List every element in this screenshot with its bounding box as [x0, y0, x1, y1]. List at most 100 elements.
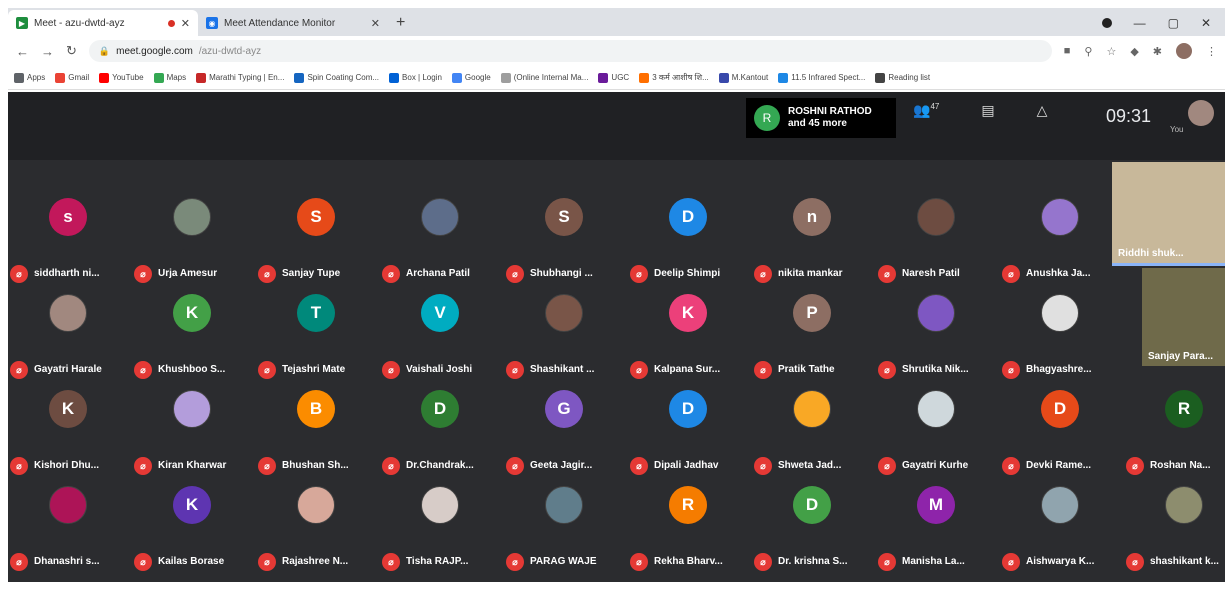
- participant-tile[interactable]: ⌀ Dhanashri s...: [8, 478, 129, 574]
- participant-tile[interactable]: ⌀ Bhagyashre...: [1000, 286, 1121, 382]
- extension-icon[interactable]: ◆: [1130, 45, 1138, 58]
- participant-avatar: [545, 294, 583, 332]
- new-tab-button[interactable]: +: [388, 14, 413, 36]
- participant-tile[interactable]: D ⌀ Devki Rame...: [1000, 382, 1121, 478]
- menu-icon[interactable]: ⋮: [1206, 45, 1217, 58]
- participant-name: Kailas Borase: [158, 556, 225, 567]
- participant-tile[interactable]: K ⌀ Kailas Borase: [132, 478, 253, 574]
- bookmark-icon: [451, 72, 462, 83]
- bookmark-item[interactable]: Apps: [14, 72, 46, 83]
- bookmark-item[interactable]: YouTube: [99, 72, 144, 83]
- participant-tile[interactable]: s ⌀ siddharth ni...: [8, 190, 129, 286]
- chat-icon[interactable]: ▤: [981, 102, 994, 119]
- participant-name: Dr. krishna S...: [778, 556, 848, 567]
- star-icon[interactable]: ☆: [1106, 45, 1116, 58]
- avatar: R: [754, 105, 780, 131]
- bookmark-item[interactable]: Spin Coating Com...: [294, 72, 379, 83]
- profile-avatar[interactable]: [1176, 43, 1192, 59]
- people-icon[interactable]: 👥47: [913, 102, 939, 119]
- participant-tile[interactable]: ⌀ Shweta Jad...: [752, 382, 873, 478]
- participant-tile[interactable]: ⌀ Gayatri Harale: [8, 286, 129, 382]
- participant-tile[interactable]: D ⌀ Dr.Chandrak...: [380, 382, 501, 478]
- participant-tile[interactable]: ⌀ shashikant k...: [1124, 478, 1225, 574]
- camera-icon[interactable]: ■: [1064, 45, 1071, 57]
- participant-tile[interactable]: n ⌀ nikita mankar: [752, 190, 873, 286]
- participant-tile[interactable]: ⌀ Urja Amesur: [132, 190, 253, 286]
- participant-tile[interactable]: ⌀ Kiran Kharwar: [132, 382, 253, 478]
- participant-tile[interactable]: ⌀ Shrutika Nik...: [876, 286, 997, 382]
- participant-tile[interactable]: M ⌀ Manisha La...: [876, 478, 997, 574]
- join-notification[interactable]: R ROSHNI RATHOD and 45 more: [746, 98, 896, 138]
- participant-tile[interactable]: ⌀ Gayatri Kurhe: [876, 382, 997, 478]
- participant-tile[interactable]: ⌀ PARAG WAJE: [504, 478, 625, 574]
- tab-attendance[interactable]: ◉ Meet Attendance Monitor ✕: [198, 10, 388, 36]
- bookmark-item[interactable]: M.Kantout: [718, 72, 768, 83]
- participant-tile[interactable]: ⌀ Naresh Patil: [876, 190, 997, 286]
- participant-tile[interactable]: G ⌀ Geeta Jagir...: [504, 382, 625, 478]
- bookmark-item[interactable]: Maps: [153, 72, 186, 83]
- profile-dot-icon[interactable]: [1101, 18, 1112, 28]
- bookmark-item[interactable]: Gmail: [55, 72, 89, 83]
- participant-tile[interactable]: D ⌀ Dipali Jadhav: [628, 382, 749, 478]
- footer-strip: [8, 582, 1225, 589]
- participant-name: Bhushan Sh...: [282, 460, 349, 471]
- participant-video[interactable]: Sanjay Para...: [1142, 268, 1225, 366]
- puzzle-icon[interactable]: ✱: [1153, 45, 1162, 58]
- close-icon[interactable]: ✕: [371, 17, 380, 30]
- participant-tile[interactable]: P ⌀ Pratik Tathe: [752, 286, 873, 382]
- mic-off-icon: ⌀: [258, 265, 276, 283]
- participant-tile[interactable]: S ⌀ Shubhangi ...: [504, 190, 625, 286]
- participant-avatar: [917, 198, 955, 236]
- participant-tile[interactable]: D ⌀ Dr. krishna S...: [752, 478, 873, 574]
- bookmark-item[interactable]: Marathi Typing | En...: [196, 72, 284, 83]
- close-window-icon[interactable]: ✕: [1201, 16, 1211, 30]
- participant-name: siddharth ni...: [34, 268, 100, 279]
- participant-tile[interactable]: ⌀ Rajashree N...: [256, 478, 377, 574]
- participant-tile[interactable]: ⌀ Anushka Ja...: [1000, 190, 1121, 286]
- participant-tile[interactable]: ⌀ Archana Patil: [380, 190, 501, 286]
- bookmark-item[interactable]: Reading list: [875, 72, 930, 83]
- participant-tile[interactable]: D ⌀ Deelip Shimpi: [628, 190, 749, 286]
- participant-avatar: [545, 486, 583, 524]
- close-icon[interactable]: ✕: [181, 17, 190, 30]
- participant-tile[interactable]: V ⌀ Vaishali Joshi: [380, 286, 501, 382]
- bookmark-icon: [500, 72, 511, 83]
- participant-tile[interactable]: T ⌀ Tejashri Mate: [256, 286, 377, 382]
- participant-tile[interactable]: ⌀ Shashikant ...: [504, 286, 625, 382]
- reload-icon[interactable]: ↻: [66, 43, 77, 59]
- bookmark-item[interactable]: Box | Login: [389, 72, 442, 83]
- participant-tile[interactable]: K ⌀ Kalpana Sur...: [628, 286, 749, 382]
- participant-tile[interactable]: B ⌀ Bhushan Sh...: [256, 382, 377, 478]
- participant-tile[interactable]: S ⌀ Sanjay Tupe: [256, 190, 377, 286]
- participant-name: Sanjay Tupe: [282, 268, 341, 279]
- participant-tile[interactable]: R ⌀ Roshan Na...: [1124, 382, 1225, 478]
- participant-name: Shashikant ...: [530, 364, 595, 375]
- forward-icon[interactable]: →: [41, 44, 54, 59]
- bookmark-item[interactable]: 3 कर्म आशीष शि...: [639, 72, 709, 83]
- toolbar-icons: ■ ⚲ ☆ ◆ ✱ ⋮: [1064, 43, 1217, 59]
- back-icon[interactable]: ←: [16, 44, 29, 59]
- bookmark-label: Apps: [27, 73, 46, 82]
- minimize-icon[interactable]: —: [1134, 16, 1146, 30]
- participant-tile[interactable]: ⌀ Aishwarya K...: [1000, 478, 1121, 574]
- activities-icon[interactable]: △: [1037, 102, 1048, 119]
- participant-tile[interactable]: ⌀ Tisha RAJP...: [380, 478, 501, 574]
- bookmark-item[interactable]: 11.5 Infrared Spect...: [778, 72, 865, 83]
- bookmark-item[interactable]: UGC: [598, 72, 629, 83]
- address-bar[interactable]: 🔒 meet.google.com/azu-dwtd-ayz: [88, 40, 1052, 62]
- bookmark-label: (Online Internal Ma...: [513, 73, 589, 82]
- zoom-icon[interactable]: ⚲: [1084, 45, 1092, 58]
- participant-video[interactable]: Riddhi shuk...: [1112, 162, 1225, 266]
- bookmark-item[interactable]: Google: [451, 72, 491, 83]
- joined-name: ROSHNI RATHOD: [788, 106, 872, 117]
- participant-tile[interactable]: K ⌀ Kishori Dhu...: [8, 382, 129, 478]
- participant-avatar: D: [793, 486, 831, 524]
- bookmark-item[interactable]: (Online Internal Ma...: [500, 72, 589, 83]
- participant-tile[interactable]: K ⌀ Khushboo S...: [132, 286, 253, 382]
- participant-name: PARAG WAJE: [530, 556, 597, 567]
- maximize-icon[interactable]: ▢: [1168, 16, 1179, 30]
- mic-off-icon: ⌀: [10, 553, 28, 571]
- participant-name: Gayatri Harale: [34, 364, 102, 375]
- tab-meet[interactable]: ▶ Meet - azu-dwtd-ayz ✕: [8, 10, 198, 36]
- participant-tile[interactable]: R ⌀ Rekha Bharv...: [628, 478, 749, 574]
